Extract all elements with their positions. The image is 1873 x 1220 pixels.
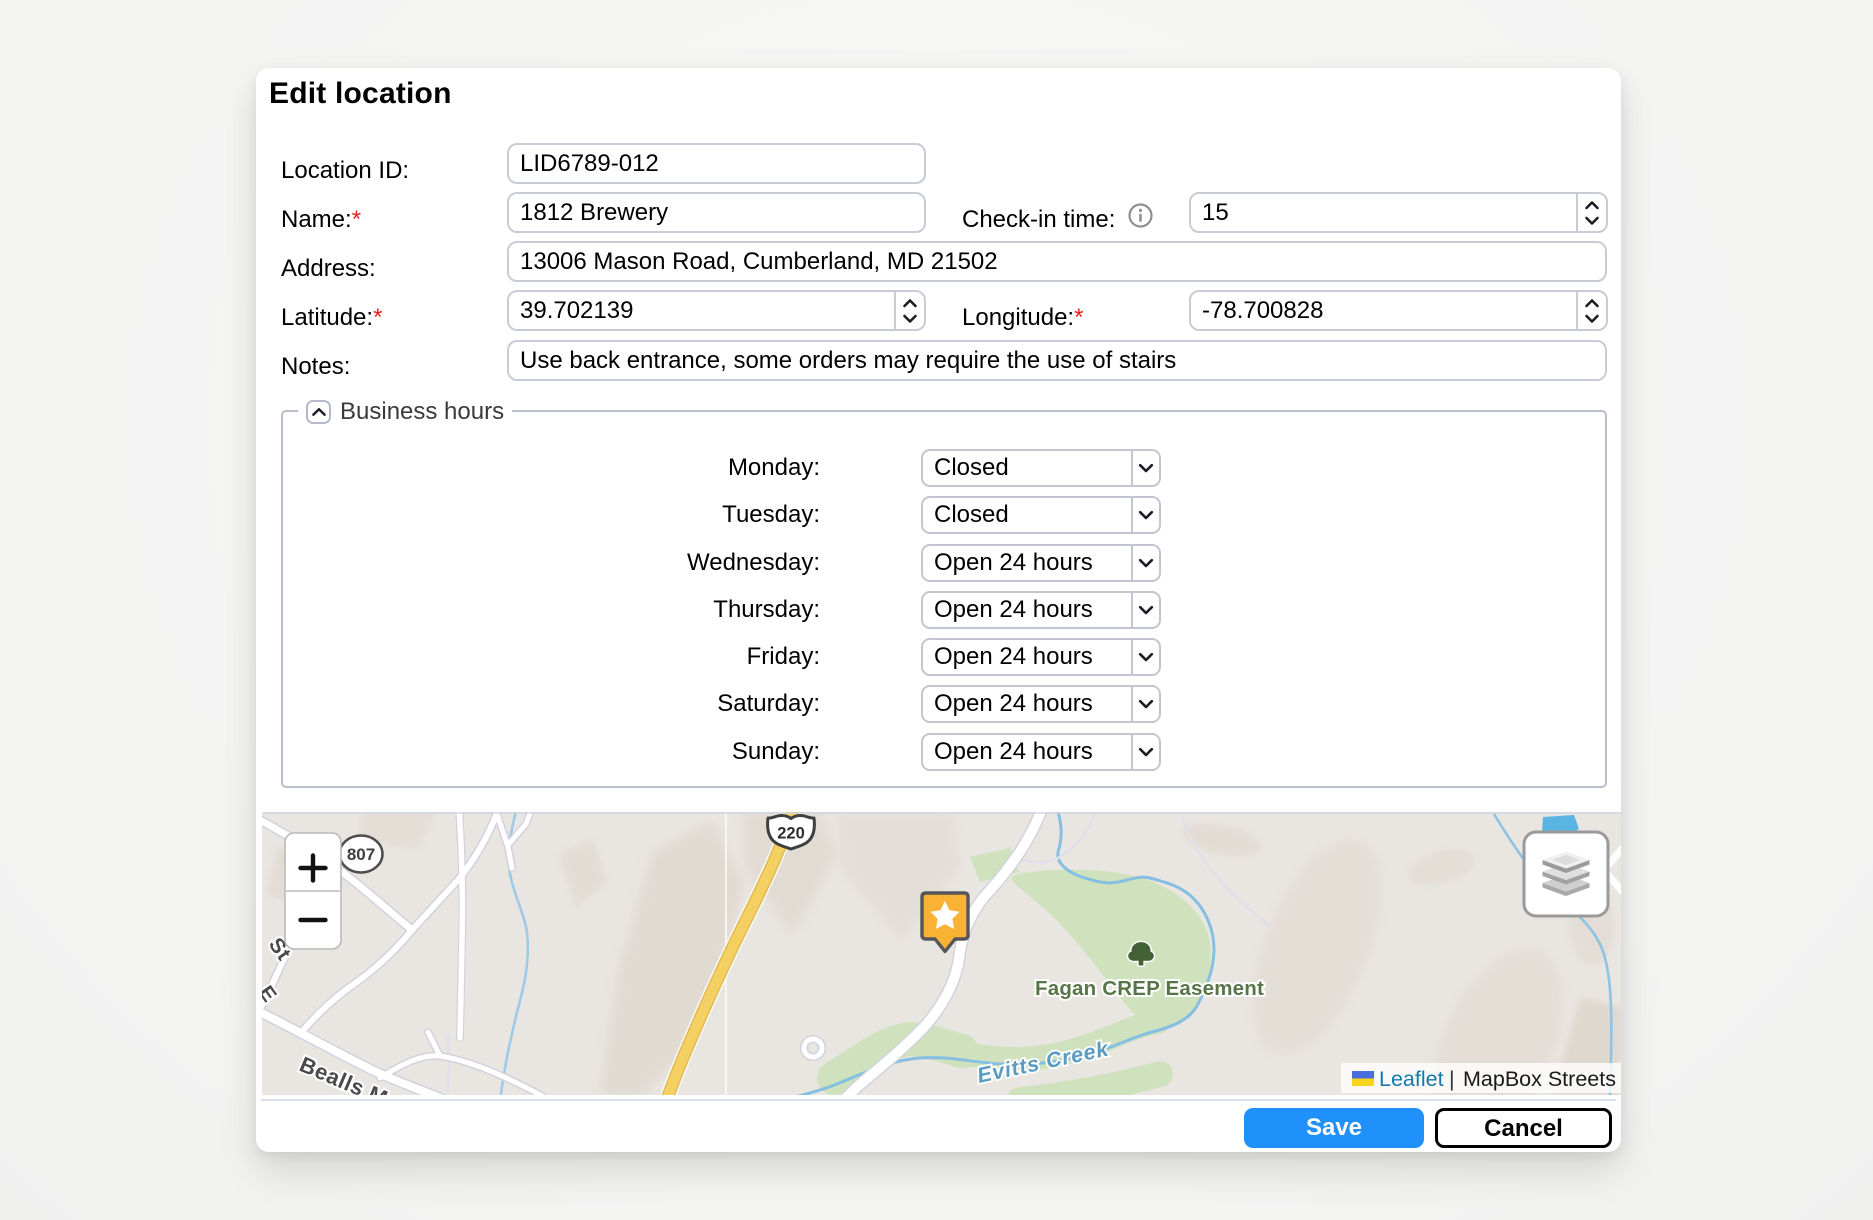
svg-text:Fagan CREP Easement: Fagan CREP Easement: [1035, 977, 1264, 1000]
svg-text:|: |: [1449, 1067, 1455, 1091]
svg-text:Leaflet: Leaflet: [1379, 1067, 1444, 1091]
svg-text:220: 220: [777, 825, 805, 843]
svg-text:MapBox Streets: MapBox Streets: [1463, 1067, 1616, 1091]
svg-text:807: 807: [347, 845, 375, 864]
